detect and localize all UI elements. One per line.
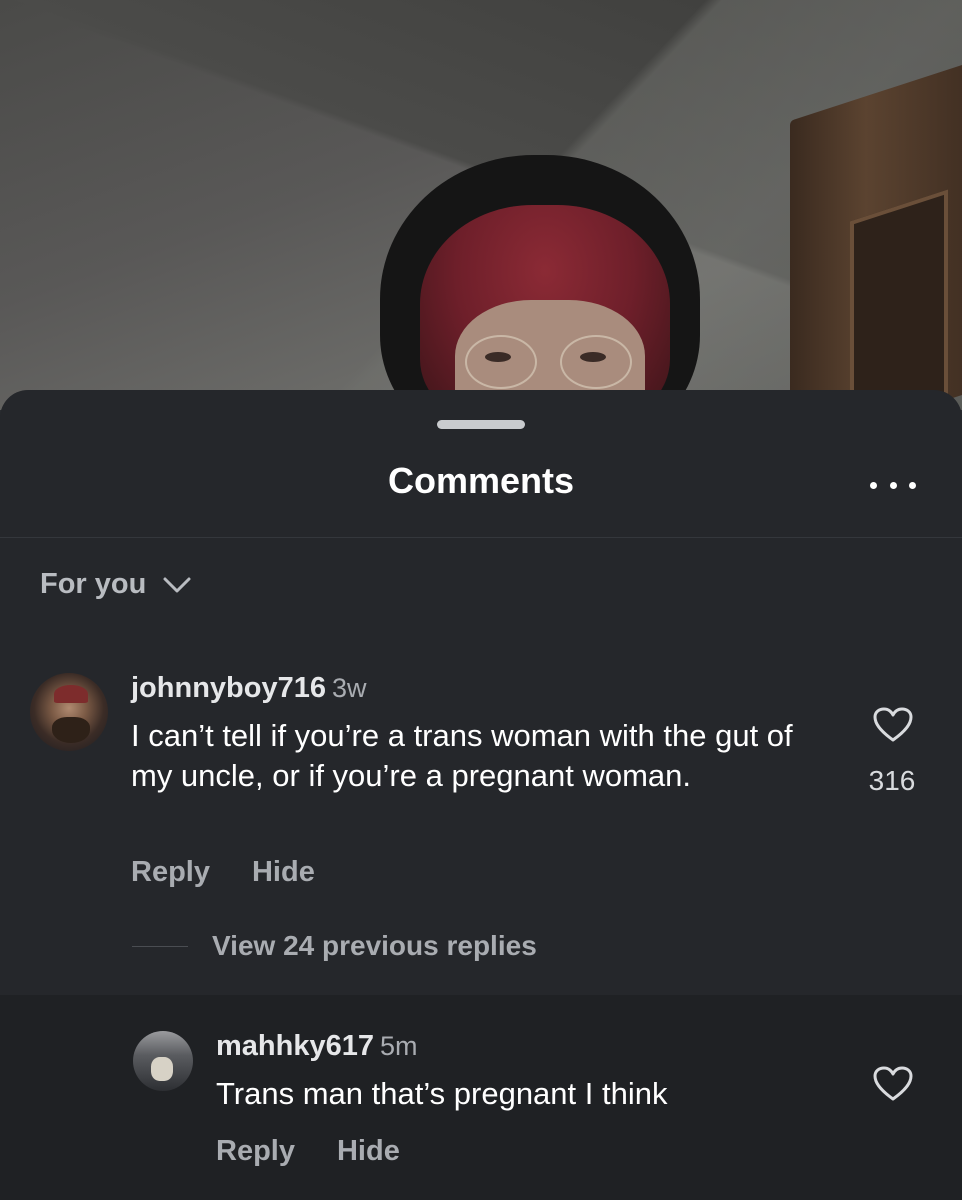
ellipsis-icon-dot — [889, 481, 897, 489]
comments-sheet: Comments For you johnnyboy716 3w I can’t … — [0, 390, 962, 1200]
sort-dropdown[interactable]: For you — [40, 568, 192, 601]
reply-actions: Reply Hide — [216, 1135, 400, 1168]
replies-divider-line — [132, 945, 188, 947]
video-background — [0, 0, 962, 410]
sort-label: For you — [40, 568, 147, 600]
header-divider — [0, 537, 962, 538]
avatar[interactable] — [30, 673, 108, 751]
reply-username-text: mahhky617 — [216, 1030, 374, 1062]
sheet-drag-handle[interactable] — [437, 420, 525, 429]
reply-reply-button[interactable]: Reply — [216, 1135, 295, 1168]
heart-outline-icon[interactable] — [873, 707, 913, 743]
comment-username[interactable]: johnnyboy716 3w — [131, 672, 367, 705]
comment-actions: Reply Hide — [131, 856, 315, 889]
hide-button[interactable]: Hide — [252, 856, 315, 889]
reply-avatar-dog — [151, 1057, 173, 1081]
reply-timestamp: 5m — [380, 1031, 418, 1061]
reply-username[interactable]: mahhky617 5m — [216, 1030, 418, 1063]
video-eye-left — [485, 352, 511, 362]
reply-text: Trans man that’s pregnant I think — [216, 1076, 668, 1111]
ellipsis-icon-dot — [909, 481, 916, 489]
sheet-title: Comments — [387, 460, 575, 501]
video-glasses-right — [560, 335, 632, 389]
avatar-beard — [52, 717, 90, 743]
video-eye-right — [580, 352, 606, 362]
avatar-cap — [54, 685, 88, 703]
view-replies-label: View 24 previous replies — [212, 930, 537, 961]
video-glasses-left — [465, 335, 537, 389]
reply-heart-outline-icon[interactable] — [873, 1066, 913, 1102]
reply-avatar[interactable] — [133, 1031, 193, 1091]
comment-timestamp: 3w — [332, 673, 367, 703]
like-count: 316 — [868, 765, 916, 796]
chevron-down-icon — [163, 577, 191, 592]
comment-text: I can’t tell if you’re a trans woman wit… — [131, 718, 793, 793]
ellipsis-icon — [870, 481, 877, 489]
reply-button[interactable]: Reply — [131, 856, 210, 889]
video-cabinet — [790, 59, 962, 410]
reply-hide-button[interactable]: Hide — [337, 1135, 400, 1168]
comment-username-text: johnnyboy716 — [131, 672, 326, 704]
more-options-button[interactable] — [870, 470, 916, 500]
view-previous-replies[interactable]: View 24 previous replies — [132, 930, 537, 962]
